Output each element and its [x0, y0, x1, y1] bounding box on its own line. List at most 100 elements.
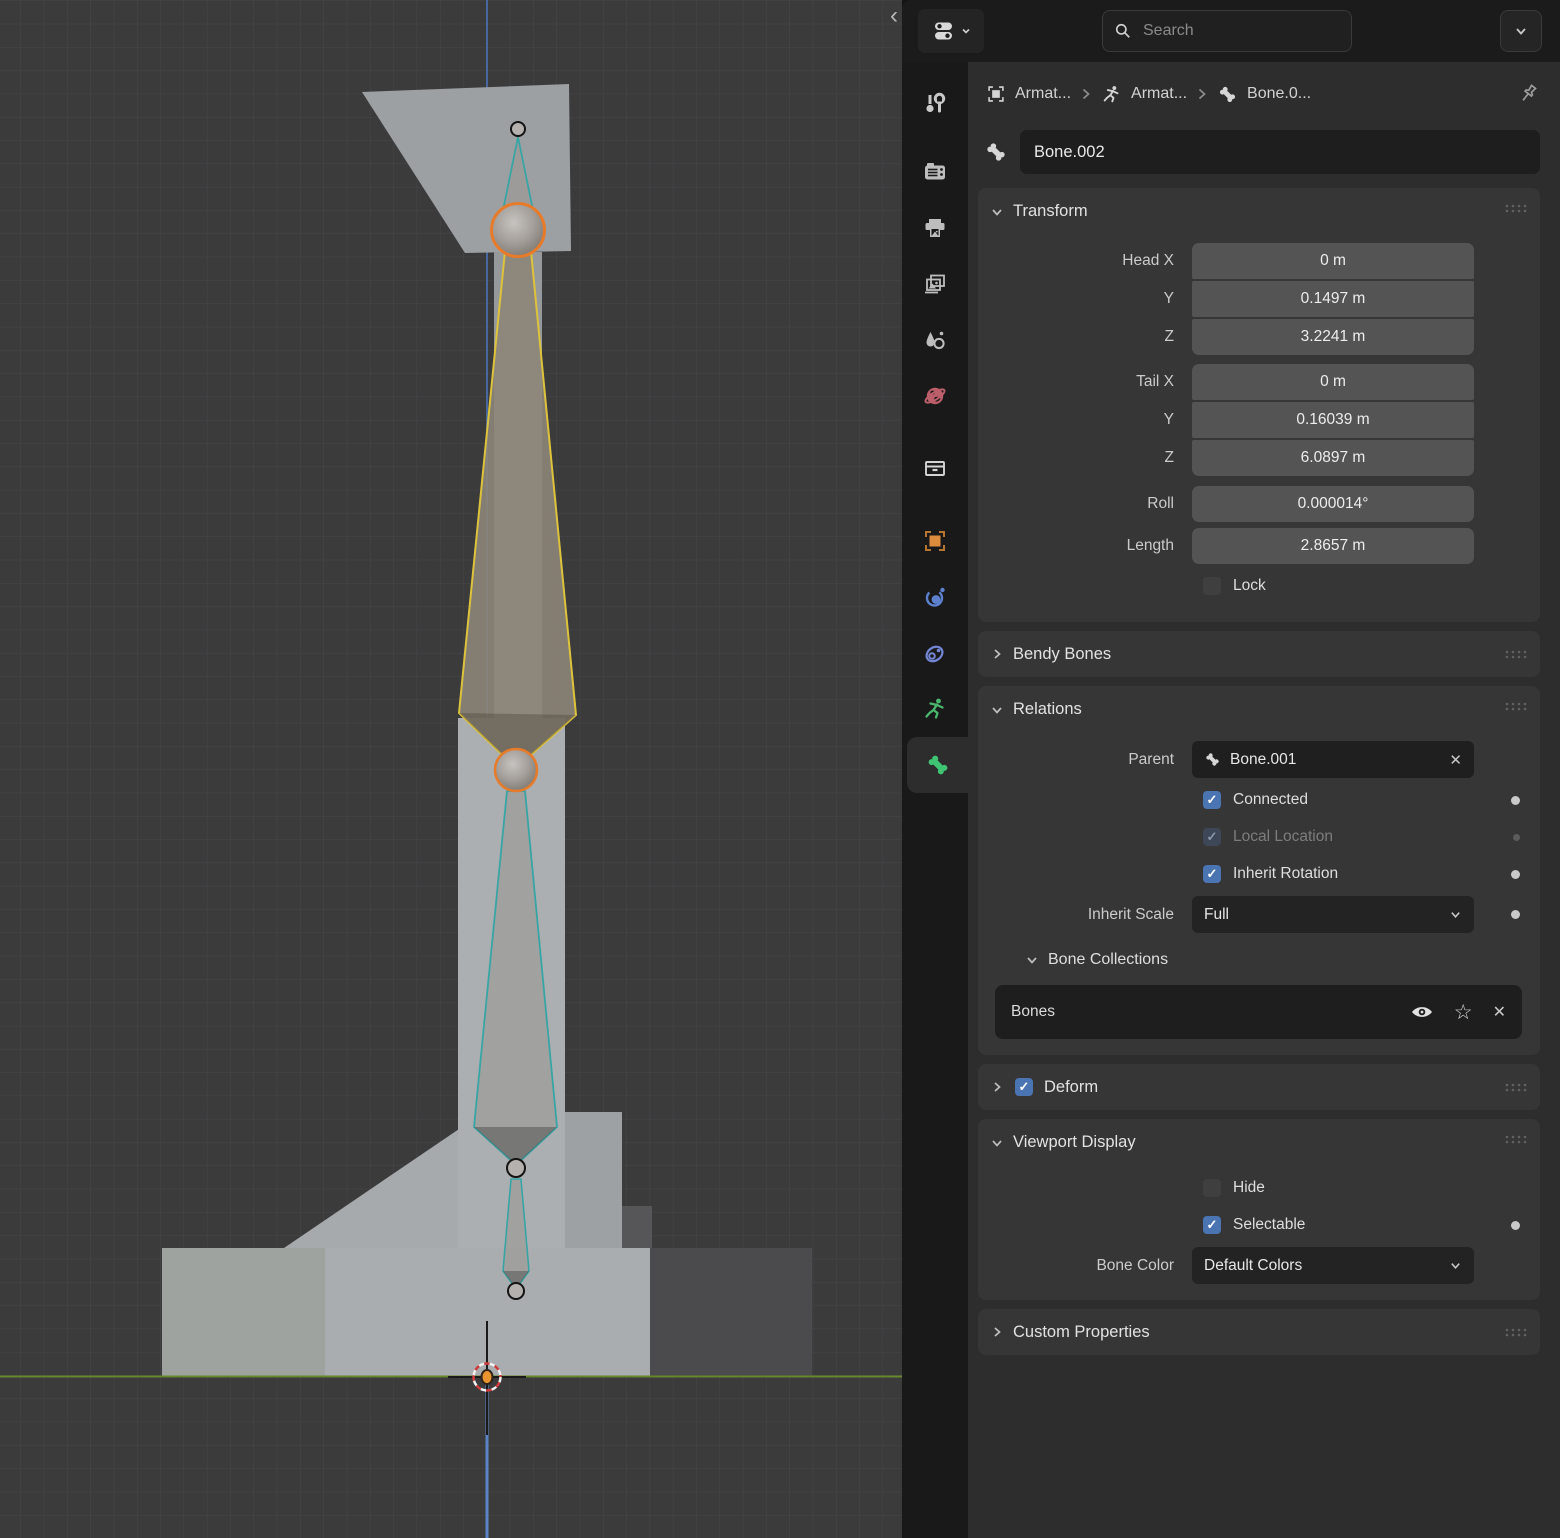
tail-y-field[interactable]: 0.16039 m: [1192, 402, 1474, 438]
panel-drag-grip[interactable]: [1504, 701, 1528, 711]
3d-viewport-canvas[interactable]: [0, 0, 902, 1538]
length-field[interactable]: 2.8657 m: [1192, 528, 1474, 564]
inherit-scale-value: Full: [1204, 906, 1229, 924]
chevron-right-icon: [990, 1325, 1004, 1339]
tab-world[interactable]: [902, 368, 968, 424]
solo-star-icon[interactable]: ☆: [1454, 1002, 1473, 1023]
world-globe-icon: [922, 383, 948, 409]
head-x-label: Head X: [978, 252, 1192, 270]
viewport-region-collapse-chevron[interactable]: ‹: [890, 4, 898, 28]
unassign-x-icon[interactable]: ✕: [1493, 1002, 1506, 1022]
tab-output[interactable]: [902, 200, 968, 256]
tab-tool[interactable]: [902, 76, 968, 132]
properties-content: Armat... Armat...: [968, 62, 1560, 1355]
breadcrumb-bone-label: Bone.0...: [1247, 85, 1311, 103]
tab-constraints[interactable]: [902, 625, 968, 681]
tab-render[interactable]: [902, 144, 968, 200]
connected-row: Connected: [978, 785, 1540, 815]
bone-collection-row[interactable]: Bones ☆ ✕: [995, 985, 1522, 1039]
bone-001-head-joint[interactable]: [507, 1159, 525, 1177]
head-y-field[interactable]: 0.1497 m: [1192, 281, 1474, 317]
tab-collection[interactable]: [902, 440, 968, 496]
panel-title: Bendy Bones: [1013, 645, 1111, 664]
clear-parent-icon[interactable]: ✕: [1449, 751, 1462, 769]
connected-decorator[interactable]: [1511, 796, 1520, 805]
chevron-right-icon: [1080, 87, 1092, 101]
render-camera-icon: [922, 159, 948, 185]
inherit-rotation-decorator[interactable]: [1511, 870, 1520, 879]
mesh-ankle-step[interactable]: [565, 1112, 622, 1248]
tab-object-data-armature[interactable]: [902, 681, 968, 737]
bone-002-head-joint-selected[interactable]: [495, 749, 537, 791]
breadcrumb-bone[interactable]: Bone.0...: [1217, 84, 1311, 105]
bone-root-head-joint[interactable]: [508, 1283, 524, 1299]
chevron-right-icon: [990, 647, 1004, 661]
bone-002-tail-joint-selected[interactable]: [492, 204, 545, 257]
panel-viewport-display-header[interactable]: Viewport Display: [978, 1127, 1540, 1162]
inherit-rotation-checkbox[interactable]: [1203, 865, 1221, 883]
roll-field[interactable]: 0.000014°: [1192, 486, 1474, 522]
search-input[interactable]: [1141, 21, 1341, 41]
chevron-down-icon: [961, 26, 971, 36]
local-location-checkbox[interactable]: [1203, 828, 1221, 846]
panel-bendy-bones-header[interactable]: Bendy Bones: [978, 645, 1540, 664]
panel-deform: Deform: [978, 1064, 1540, 1110]
head-y-label: Y: [978, 290, 1192, 308]
panel-drag-grip[interactable]: [1504, 203, 1528, 213]
bone-collections-subpanel-header[interactable]: Bone Collections: [978, 935, 1540, 975]
deform-checkbox[interactable]: [1015, 1078, 1033, 1096]
tail-z-field[interactable]: 6.0897 m: [1192, 440, 1474, 476]
head-z-label: Z: [978, 328, 1192, 346]
parent-field[interactable]: Bone.001 ✕: [1192, 741, 1474, 778]
panel-transform-header[interactable]: Transform: [978, 196, 1540, 231]
mesh-foot-left[interactable]: [162, 1248, 325, 1376]
panel-title: Deform: [1044, 1078, 1098, 1097]
breadcrumb-armature-data[interactable]: Armat...: [1101, 84, 1187, 105]
tab-scene[interactable]: [902, 312, 968, 368]
tab-physics[interactable]: [902, 569, 968, 625]
mesh-ankle-dark-step[interactable]: [622, 1206, 652, 1248]
breadcrumb-object[interactable]: Armat...: [986, 84, 1071, 104]
tool-icon: [922, 91, 948, 117]
panel-drag-grip[interactable]: [1504, 1082, 1528, 1092]
local-location-row: Local Location: [978, 822, 1540, 852]
bone-color-dropdown[interactable]: Default Colors: [1192, 1247, 1474, 1284]
tail-x-field[interactable]: 0 m: [1192, 364, 1474, 400]
lock-checkbox[interactable]: [1203, 577, 1221, 595]
bone-name-row: [968, 126, 1560, 188]
bone-top-tail-joint[interactable]: [511, 122, 525, 136]
panel-relations-header[interactable]: Relations: [978, 694, 1540, 729]
head-z-field[interactable]: 3.2241 m: [1192, 319, 1474, 355]
view-layer-images-icon: [922, 271, 948, 297]
connected-checkbox[interactable]: [1203, 791, 1221, 809]
properties-header: [902, 0, 1560, 62]
panel-deform-header[interactable]: Deform: [978, 1078, 1540, 1097]
selectable-checkbox[interactable]: [1203, 1216, 1221, 1234]
tab-object[interactable]: [902, 513, 968, 569]
panel-drag-grip[interactable]: [1504, 1134, 1528, 1144]
panel-custom-properties-header[interactable]: Custom Properties: [978, 1323, 1540, 1342]
local-location-decorator[interactable]: [1513, 834, 1520, 841]
panel-drag-grip[interactable]: [1504, 1327, 1528, 1337]
mesh-foot-dark[interactable]: [650, 1248, 812, 1376]
selectable-decorator[interactable]: [1511, 1221, 1520, 1230]
panel-drag-grip[interactable]: [1504, 649, 1528, 659]
chevron-right-icon: [1196, 87, 1208, 101]
object-properties-icon: [922, 528, 948, 554]
bone-name-input[interactable]: [1020, 130, 1540, 174]
header-menu-collapse-button[interactable]: [1500, 10, 1542, 52]
head-x-field[interactable]: 0 m: [1192, 243, 1474, 279]
chevron-down-icon: [990, 205, 1004, 219]
inherit-scale-dropdown[interactable]: Full: [1192, 896, 1474, 933]
visibility-eye-icon[interactable]: [1410, 1003, 1434, 1021]
bone-collection-name: Bones: [1011, 1003, 1055, 1021]
hide-label: Hide: [1233, 1179, 1265, 1197]
3d-viewport[interactable]: ‹: [0, 0, 902, 1538]
pin-icon[interactable]: [1516, 82, 1540, 106]
editor-type-button[interactable]: [918, 9, 984, 53]
tab-bone[interactable]: [907, 737, 968, 793]
search-box[interactable]: [1102, 10, 1352, 52]
tab-view-layer[interactable]: [902, 256, 968, 312]
inherit-scale-decorator[interactable]: [1511, 910, 1520, 919]
hide-checkbox[interactable]: [1203, 1179, 1221, 1197]
